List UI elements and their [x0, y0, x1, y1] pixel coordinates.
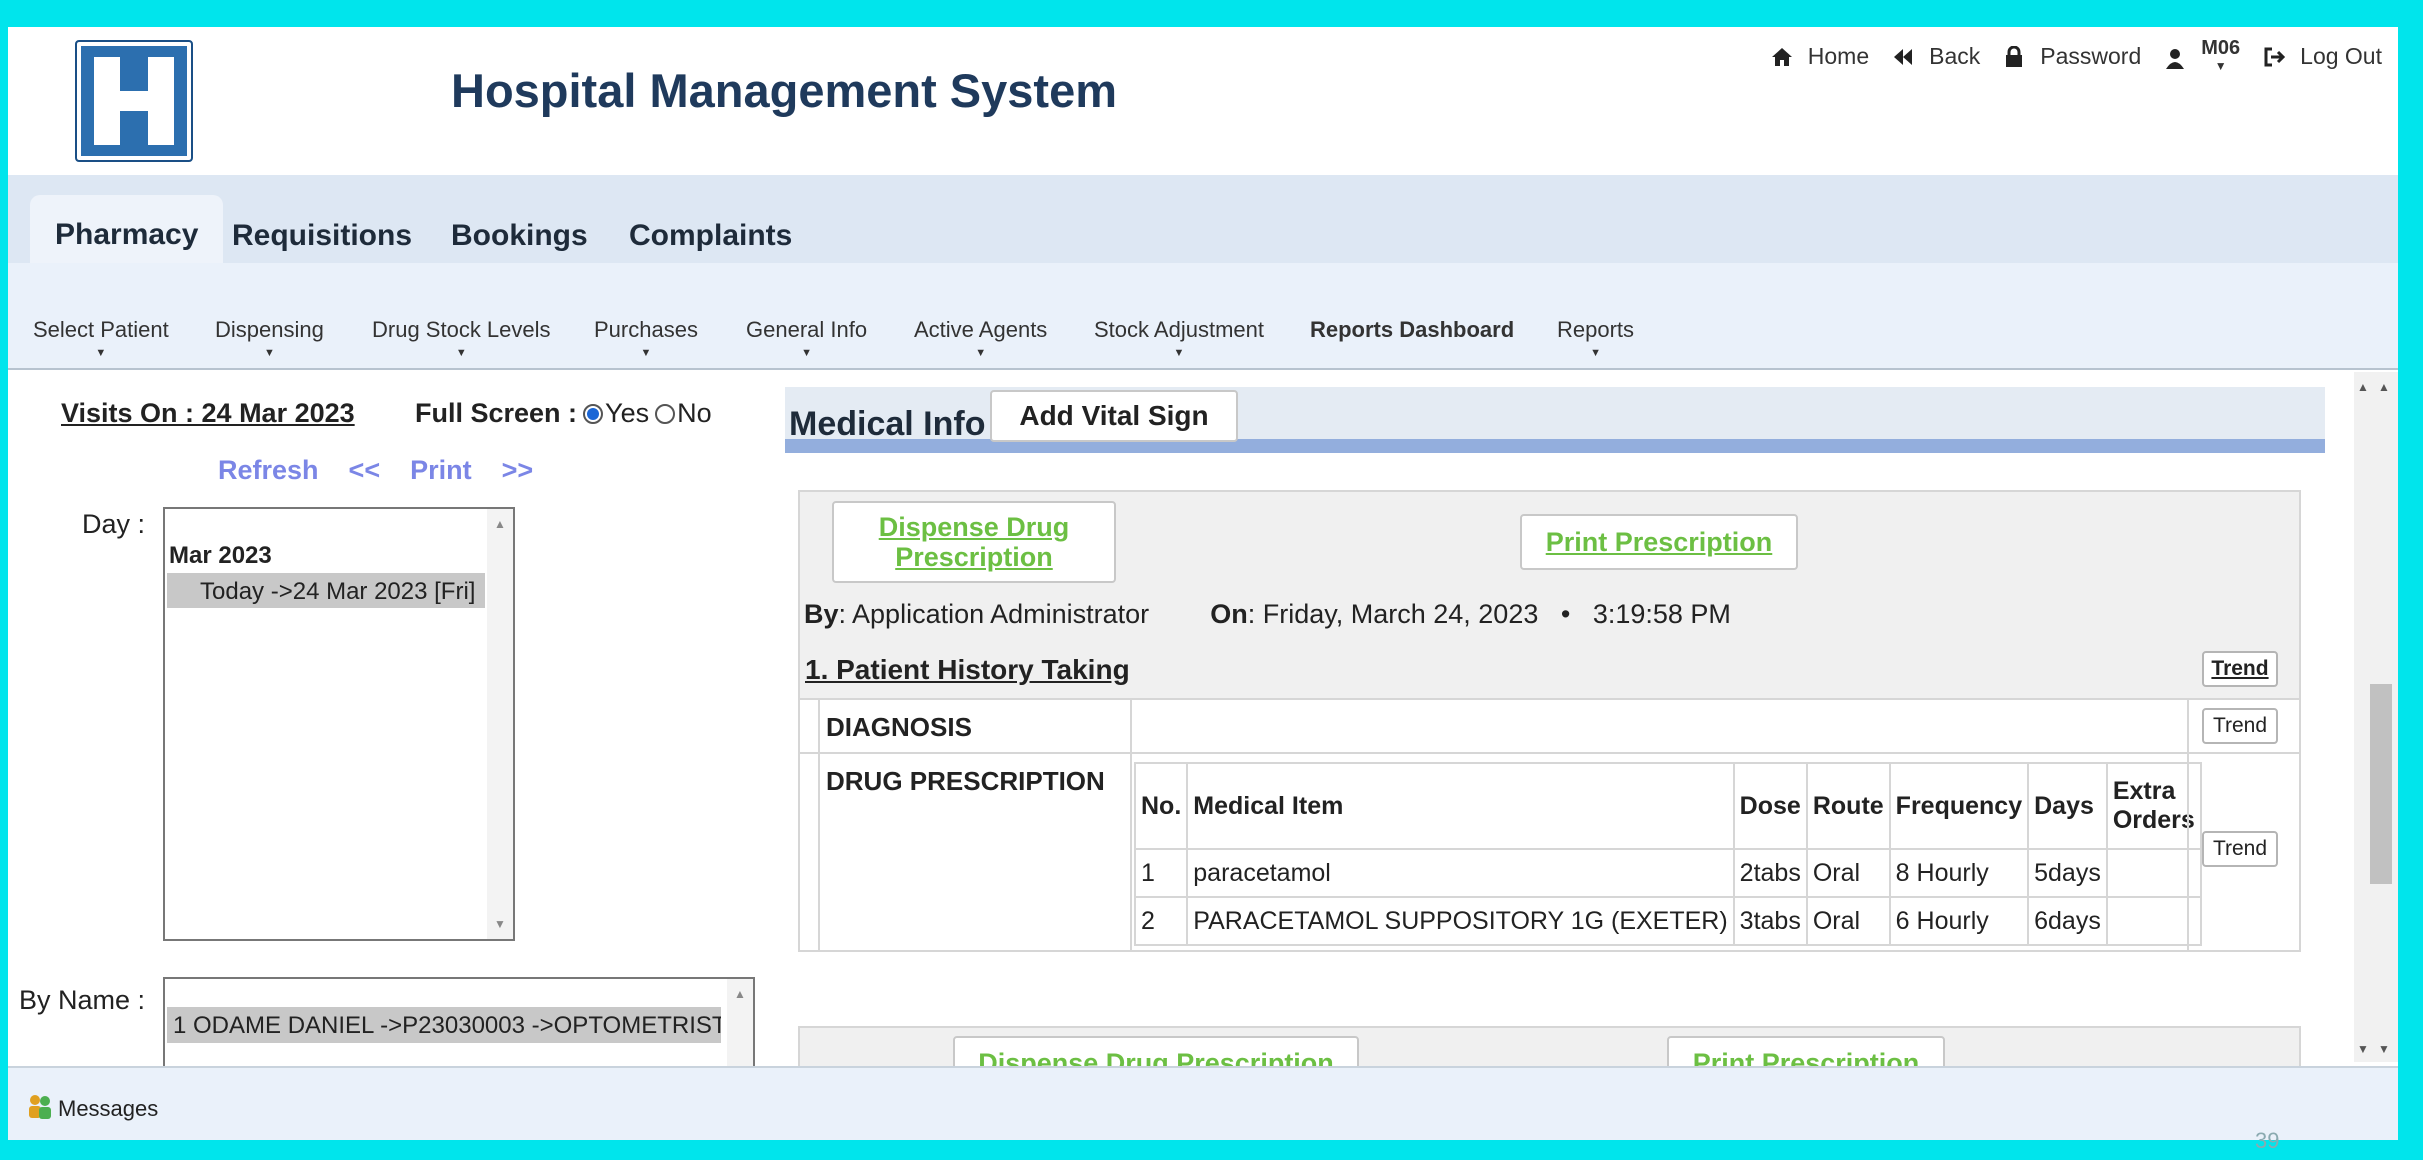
fullscreen-yes[interactable]: Yes — [583, 398, 649, 429]
messages-icon — [26, 1092, 54, 1126]
patient-option[interactable]: 1 ODAME DANIEL ->P23030003 ->OPTOMETRIST — [167, 1007, 721, 1043]
user-menu[interactable]: M06 ▼ — [2163, 37, 2240, 73]
logout-icon — [2262, 45, 2286, 69]
section-title: 1. Patient History Taking — [805, 654, 1130, 685]
col-dose: Dose — [1732, 762, 1808, 850]
main-tabs: Pharmacy Requisitions Bookings Complaint… — [8, 175, 2398, 265]
day-label: Day : — [82, 509, 146, 539]
trend-button-prescription[interactable]: Trend — [2202, 831, 2278, 867]
col-route: Route — [1805, 762, 1891, 850]
medical-info-panel: Medical Info Add Vital Sign Dispense Dru… — [781, 372, 2398, 1090]
tab-requisitions[interactable]: Requisitions — [232, 219, 412, 253]
col-medical-item: Medical Item — [1186, 762, 1735, 850]
chevron-down-icon: ▼ — [640, 347, 652, 359]
trend-button-diagnosis[interactable]: Trend — [2202, 708, 2278, 744]
scroll-up-icon[interactable]: ▲ — [2357, 380, 2369, 394]
diagnosis-label: DIAGNOSIS — [826, 712, 972, 742]
scroll-down-icon[interactable]: ▼ — [2378, 1042, 2390, 1056]
fullscreen-toggle: Full Screen : Yes No — [415, 398, 712, 429]
chevron-down-icon: ▼ — [975, 347, 987, 359]
submenu-select-patient[interactable]: Select Patient ▼ — [33, 317, 169, 359]
by-name-label: By Name : — [19, 985, 146, 1015]
prescribed-by-line: By: Application Administrator On: Friday… — [804, 599, 1731, 629]
submenu-drug-stock-levels[interactable]: Drug Stock Levels ▼ — [372, 317, 551, 359]
app-title: Hospital Management System — [451, 64, 1118, 117]
back-icon — [1891, 45, 1915, 69]
visits-date: Visits On : 24 Mar 2023 — [61, 398, 355, 428]
table-row: 2 PARACETAMOL SUPPOSITORY 1G (EXETER) 3t… — [1133, 896, 2202, 946]
scroll-thumb[interactable] — [2370, 684, 2392, 884]
pharmacy-submenu: Select Patient ▼ Dispensing ▼ Drug Stock L… — [8, 263, 2398, 370]
submenu-stock-adjustment[interactable]: Stock Adjustment ▼ — [1094, 317, 1264, 359]
drug-prescription-row: DRUG PRESCRIPTION No. Medical Item Dose … — [800, 754, 2299, 950]
scroll-up-icon[interactable]: ▲ — [734, 987, 746, 1001]
panel-scrollbar[interactable]: ▲ ▼ ▲ ▼ — [2354, 372, 2398, 1062]
chevron-down-icon: ▼ — [95, 347, 107, 359]
radio-no[interactable] — [655, 403, 676, 424]
scroll-up-icon[interactable]: ▲ — [2378, 380, 2390, 394]
day-option[interactable]: Today ->24 Mar 2023 [Fri] — [167, 573, 485, 608]
password-link[interactable]: Password — [2002, 43, 2141, 70]
chevron-down-icon: ▼ — [1590, 347, 1601, 359]
back-link[interactable]: Back — [1891, 43, 1980, 70]
tab-pharmacy[interactable]: Pharmacy — [30, 195, 224, 265]
top-links: Home Back Password M06 ▼ Log Out — [1770, 37, 2382, 73]
diagnosis-row: DIAGNOSIS Trend — [800, 698, 2299, 754]
home-link[interactable]: Home — [1770, 43, 1869, 70]
print-link[interactable]: Print — [410, 455, 472, 486]
submenu-purchases[interactable]: Purchases ▼ — [594, 317, 698, 359]
hospital-logo-icon — [75, 40, 193, 162]
drug-prescription-label: DRUG PRESCRIPTION — [826, 766, 1105, 796]
refresh-link[interactable]: Refresh — [218, 455, 319, 486]
messages-button[interactable]: Messages — [26, 1092, 158, 1126]
dispense-drug-prescription-button[interactable]: Dispense Drug Prescription — [832, 501, 1116, 583]
scroll-up-icon[interactable]: ▲ — [494, 517, 506, 531]
next-link[interactable]: >> — [502, 455, 534, 486]
col-no: No. — [1133, 762, 1189, 850]
radio-yes[interactable] — [583, 403, 604, 424]
chevron-down-icon: ▼ — [455, 347, 467, 359]
scroll-down-icon[interactable]: ▼ — [2357, 1042, 2369, 1056]
submenu-active-agents[interactable]: Active Agents ▼ — [914, 317, 1047, 359]
col-frequency: Frequency — [1888, 762, 2030, 850]
print-prescription-button[interactable]: Print Prescription — [1520, 514, 1798, 570]
visits-panel: Visits On : 24 Mar 2023 Full Screen : Ye… — [8, 372, 770, 1067]
prescription-table: No. Medical Item Dose Route Frequency Da… — [1133, 762, 2202, 946]
trend-button-section[interactable]: Trend — [2202, 651, 2278, 687]
submenu-reports[interactable]: Reports ▼ — [1557, 317, 1634, 359]
tab-complaints[interactable]: Complaints — [629, 219, 792, 253]
month-group: Mar 2023 — [169, 542, 272, 569]
day-list-scrollbar[interactable]: ▲ ▼ — [487, 509, 513, 939]
submenu-dispensing[interactable]: Dispensing ▼ — [215, 317, 324, 359]
day-list[interactable]: Mar 2023 Today ->24 Mar 2023 [Fri] ▲ ▼ — [163, 507, 515, 941]
bottom-bar: Messages — [8, 1066, 2398, 1140]
add-vital-sign-button[interactable]: Add Vital Sign — [990, 390, 1238, 442]
chevron-down-icon: ▼ — [1173, 347, 1185, 359]
patient-name-list[interactable]: 1 ODAME DANIEL ->P23030003 ->OPTOMETRIST… — [163, 977, 755, 1067]
table-header-row: No. Medical Item Dose Route Frequency Da… — [1133, 762, 2202, 850]
tab-bookings[interactable]: Bookings — [451, 219, 588, 253]
page-number: 39 — [2255, 1128, 2280, 1153]
user-icon — [2163, 46, 2187, 70]
chevron-down-icon: ▼ — [263, 347, 275, 359]
app-window: Hospital Management System Home Back Pas… — [8, 27, 2398, 1140]
lock-icon — [2002, 45, 2026, 69]
medical-info-title: Medical Info — [789, 405, 986, 443]
prescription-card: Dispense Drug Prescription Print Prescri… — [798, 490, 2301, 952]
logout-link[interactable]: Log Out — [2262, 43, 2382, 70]
fullscreen-no[interactable]: No — [655, 398, 712, 429]
chevron-down-icon: ▼ — [801, 347, 812, 359]
scroll-down-icon[interactable]: ▼ — [494, 917, 506, 931]
submenu-reports-dashboard[interactable]: Reports Dashboard — [1310, 317, 1514, 343]
col-days: Days — [2027, 762, 2108, 850]
prev-link[interactable]: << — [349, 455, 381, 486]
chevron-down-icon: ▼ — [2214, 59, 2227, 73]
home-icon — [1770, 45, 1794, 69]
submenu-general-info[interactable]: General Info ▼ — [746, 317, 867, 359]
header: Hospital Management System Home Back Pas… — [8, 27, 2398, 175]
visit-nav: Refresh << Print >> — [218, 455, 533, 486]
medical-info-header: Medical Info Add Vital Sign — [785, 387, 2325, 453]
name-list-scrollbar[interactable]: ▲ — [727, 979, 753, 1067]
table-row: 1 paracetamol 2tabs Oral 8 Hourly 5days — [1133, 848, 2202, 898]
